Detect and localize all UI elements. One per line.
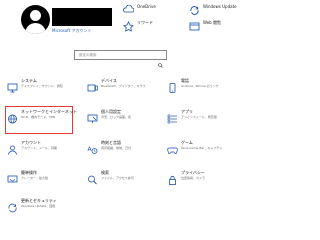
refresh-icon bbox=[7, 198, 18, 213]
paintbrush-icon bbox=[87, 109, 98, 123]
time-language-icon: A bbox=[87, 140, 98, 154]
rewards-status[interactable]: リワード bbox=[122, 20, 172, 54]
search-placeholder: 設定の検索 bbox=[79, 53, 97, 57]
apps-list-icon bbox=[167, 109, 178, 124]
tile-phone[interactable]: 電話 Android、iPhone のリンク bbox=[166, 76, 232, 102]
monitor-icon bbox=[7, 78, 18, 93]
svg-text:A: A bbox=[88, 146, 93, 153]
globe-icon bbox=[7, 109, 18, 124]
rewards-icon bbox=[122, 21, 134, 32]
ease-of-access-icon bbox=[7, 170, 18, 183]
microsoft-account-link[interactable]: Microsoft アカウント bbox=[52, 28, 91, 34]
web-browsing-icon bbox=[188, 21, 200, 31]
keyboard-icon bbox=[87, 78, 98, 92]
lock-icon bbox=[167, 170, 178, 185]
user-name-redacted bbox=[52, 8, 112, 26]
tile-personalization[interactable]: 個人用設定 背景、ロック画面、色 bbox=[86, 107, 152, 133]
tile-system[interactable]: システム ディスプレイ、サウンド、通知 bbox=[6, 76, 72, 102]
cloud-icon bbox=[122, 4, 135, 15]
tile-apps[interactable]: アプリ アンインストール、既定値 bbox=[166, 107, 232, 133]
search-icon bbox=[158, 53, 163, 68]
web-browsing-status[interactable]: Web 閲覧 bbox=[188, 20, 240, 54]
game-controller-icon bbox=[167, 140, 178, 154]
settings-header: Microsoft アカウント OneDrive Windows Update … bbox=[0, 0, 240, 44]
tile-privacy[interactable]: プライバシー 位置情報、カメラ bbox=[166, 168, 232, 194]
tile-ease-of-access[interactable]: 簡単操作 ナレーター、拡大鏡 bbox=[6, 168, 72, 194]
tile-network[interactable]: ネットワークとインターネット Wi-Fi、機内モード、VPN bbox=[5, 106, 77, 134]
tile-accounts[interactable]: アカウント アカウント、メール、同期 bbox=[6, 138, 72, 164]
tile-gaming[interactable]: ゲーム Xbox Game Bar、キャプチャ bbox=[166, 138, 232, 164]
avatar[interactable] bbox=[21, 5, 50, 34]
search-icon bbox=[87, 170, 98, 185]
tile-update-security[interactable]: 更新とセキュリティ Windows Update、回復 bbox=[6, 196, 72, 222]
tile-search[interactable]: 検索 ファイル、アクセス許可 bbox=[86, 168, 152, 194]
settings-search[interactable]: 設定の検索 bbox=[74, 50, 167, 68]
tile-time-language[interactable]: A 時刻と言語 音声認識、地域、日付 bbox=[86, 138, 152, 164]
person-icon bbox=[7, 140, 18, 155]
windows-update-icon bbox=[188, 5, 200, 15]
tile-devices[interactable]: デバイス Bluetooth、プリンター、マウス bbox=[86, 76, 152, 102]
phone-icon bbox=[167, 78, 178, 93]
